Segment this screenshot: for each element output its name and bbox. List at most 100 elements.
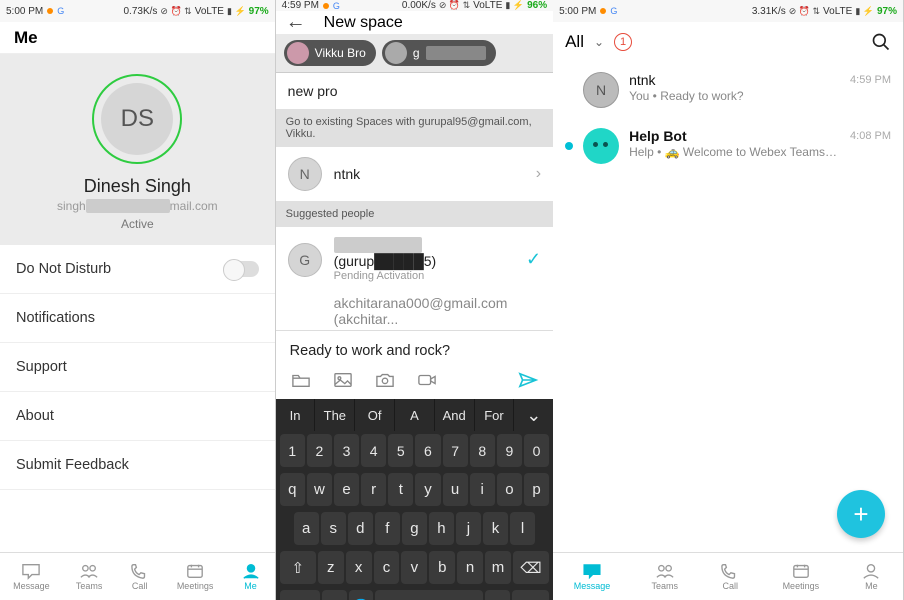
suggestion[interactable]: The (315, 399, 355, 431)
suggestion[interactable]: And (435, 399, 475, 431)
avatar[interactable]: DS (92, 74, 182, 164)
menu-about[interactable]: About (0, 392, 275, 441)
person-avatar: G (288, 243, 322, 277)
nav-teams[interactable]: Teams (76, 562, 103, 591)
key[interactable]: m (485, 551, 511, 584)
suggestion[interactable]: A (395, 399, 435, 431)
menu-feedback[interactable]: Submit Feedback (0, 441, 275, 490)
key[interactable]: 9 (497, 434, 522, 467)
key[interactable]: x (346, 551, 372, 584)
conversation-item[interactable]: Help Bot Help • 🚕 Welcome to Webex Teams… (553, 118, 903, 174)
compose-toolbar (276, 367, 553, 399)
menu-support[interactable]: Support (0, 343, 275, 392)
key[interactable]: 6 (415, 434, 440, 467)
key[interactable]: 3 (334, 434, 359, 467)
conversation-time: 4:08 PM (850, 130, 891, 142)
menu-dnd[interactable]: Do Not Disturb (0, 245, 275, 294)
back-button[interactable]: ← (286, 11, 306, 34)
suggestion[interactable]: In (276, 399, 316, 431)
status-bar: 4:59 PM G 0.00K/s ⊘ ⏰ ⇅ VoLTE ▮ ⚡ 96% (276, 0, 553, 11)
nav-meetings[interactable]: Meetings (783, 562, 820, 591)
emoji-key[interactable]: ☺ (322, 590, 347, 600)
key[interactable]: w (307, 473, 332, 506)
key[interactable]: f (375, 512, 400, 545)
key[interactable]: t (388, 473, 413, 506)
key[interactable]: i (470, 473, 495, 506)
suggested-person-partial[interactable]: akchitarana000@gmail.com (akchitar... (276, 292, 553, 330)
key[interactable]: c (374, 551, 400, 584)
camera-icon[interactable] (374, 371, 396, 389)
key[interactable]: 8 (470, 434, 495, 467)
key[interactable]: 2 (307, 434, 332, 467)
keyboard-suggestions: In The Of A And For ⌄ (276, 399, 553, 431)
key[interactable]: b (429, 551, 455, 584)
key[interactable]: k (483, 512, 508, 545)
key[interactable]: 4 (361, 434, 386, 467)
nav-meetings[interactable]: Meetings (177, 562, 214, 591)
suggestion[interactable]: Of (355, 399, 395, 431)
nav-me[interactable]: Me (860, 562, 882, 591)
key[interactable]: h (429, 512, 454, 545)
existing-space-ntnk[interactable]: N ntnk › (276, 147, 553, 201)
chevron-down-icon[interactable]: ⌄ (594, 35, 604, 49)
key[interactable]: v (401, 551, 427, 584)
video-icon[interactable] (416, 371, 438, 389)
key[interactable]: r (361, 473, 386, 506)
nav-call[interactable]: Call (719, 562, 741, 591)
key[interactable]: j (456, 512, 481, 545)
menu-label: Do Not Disturb (16, 261, 111, 277)
key[interactable]: 5 (388, 434, 413, 467)
key[interactable]: l (510, 512, 535, 545)
shift-key[interactable]: ⇧ (280, 551, 316, 584)
key[interactable]: 0 (524, 434, 549, 467)
image-icon[interactable] (332, 371, 354, 389)
folder-icon[interactable] (290, 371, 312, 389)
globe-key[interactable]: 🌐 (349, 590, 374, 600)
send-button[interactable] (517, 371, 539, 389)
filter-label[interactable]: All (565, 32, 584, 52)
notification-dot-icon (47, 8, 53, 14)
net-speed: 0.73K/s (123, 6, 157, 17)
period-key[interactable]: . (485, 590, 510, 600)
key[interactable]: e (334, 473, 359, 506)
enter-key[interactable]: ☺ (512, 590, 549, 600)
key[interactable]: o (497, 473, 522, 506)
key[interactable]: a (294, 512, 319, 545)
key[interactable]: u (443, 473, 468, 506)
volte-label: VoLTE (195, 6, 224, 17)
key[interactable]: 7 (443, 434, 468, 467)
key[interactable]: q (280, 473, 305, 506)
menu-notifications[interactable]: Notifications (0, 294, 275, 343)
backspace-key[interactable]: ⌫ (513, 551, 549, 584)
key[interactable]: d (348, 512, 373, 545)
key[interactable]: 1 (280, 434, 305, 467)
search-icon[interactable] (871, 32, 891, 52)
suggested-person[interactable]: G xxxxxxxx xxxx (gurup█████5) Pending Ac… (276, 227, 553, 292)
compose-input[interactable]: Ready to work and rock? (276, 330, 553, 367)
suggestion[interactable]: For (475, 399, 515, 431)
space-key[interactable] (375, 590, 483, 600)
nav-message[interactable]: Message (13, 562, 50, 591)
symbols-key[interactable]: ?123 (280, 590, 320, 600)
chip-vikku[interactable]: Vikku Bro (284, 40, 376, 66)
key[interactable]: s (321, 512, 346, 545)
dnd-toggle[interactable] (223, 261, 259, 277)
space-name-input[interactable]: new pro (276, 73, 553, 109)
chip-g[interactable]: gxxxxxxxxxx (382, 40, 496, 66)
key[interactable]: z (318, 551, 344, 584)
volte-label: VoLTE (823, 6, 852, 17)
conversation-item[interactable]: N ntnk You • Ready to work? 4:59 PM (553, 62, 903, 118)
battery-label: 97% (877, 6, 897, 17)
nav-message[interactable]: Message (574, 562, 611, 591)
nav-me[interactable]: Me (240, 562, 262, 591)
key[interactable]: g (402, 512, 427, 545)
nav-teams[interactable]: Teams (652, 562, 679, 591)
person-name: xxxxxxxx xxxx (gurup█████5) (334, 237, 514, 269)
key[interactable]: p (524, 473, 549, 506)
nav-call[interactable]: Call (129, 562, 151, 591)
key[interactable]: y (415, 473, 440, 506)
net-speed: 3.31K/s (752, 6, 786, 17)
new-message-fab[interactable]: + (837, 490, 885, 538)
chevron-down-icon[interactable]: ⌄ (514, 399, 553, 431)
key[interactable]: n (457, 551, 483, 584)
